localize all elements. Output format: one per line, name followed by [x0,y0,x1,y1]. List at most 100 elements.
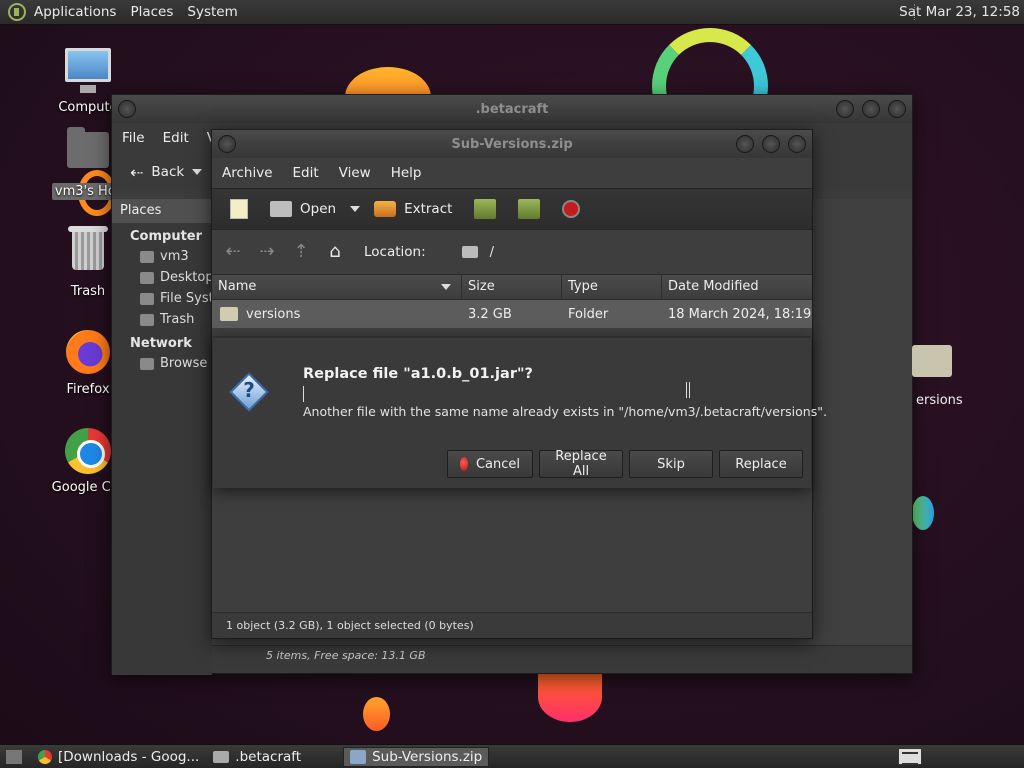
mouse-ibeam-cursor [686,382,690,398]
minimize-button[interactable] [736,135,754,153]
new-archive-icon [230,199,248,219]
window-title: Sub-Versions.zip [451,136,573,152]
wallpaper-blue-shape [912,496,934,530]
menu-applications[interactable]: Applications [34,4,116,20]
wallpaper-orange-shape [538,672,602,722]
row-type-cell: Folder [568,306,609,322]
sidebar-item-browse-network[interactable]: Browse I [112,353,212,374]
top-panel: Applications Places System Sat Mar 23, 1… [0,0,1024,25]
chevron-down-icon[interactable] [192,169,203,175]
menu-edit[interactable]: Edit [293,165,319,181]
bottom-taskbar: [Downloads - Goog... .betacraft Sub-Vers… [0,744,1024,768]
taskbar-item-chrome[interactable]: [Downloads - Goog... [32,747,205,767]
stop-button[interactable] [554,196,588,222]
window-menu-icon[interactable] [118,100,136,118]
panel-clock[interactable]: Sat Mar 23, 12:58 [899,4,1020,20]
column-type[interactable]: Type [562,274,662,300]
chrome-icon [38,749,52,764]
menu-help[interactable]: Help [391,165,422,181]
back-button[interactable]: ⇠ Back [122,159,210,186]
drive-icon [140,292,154,305]
sort-descending-icon [441,284,451,290]
menu-view[interactable]: View [339,165,371,181]
home-icon[interactable]: ⌂ [324,243,346,261]
maximize-button[interactable] [862,100,880,118]
row-date-cell: 18 March 2024, 18:19 [668,306,812,322]
show-desktop-icon[interactable] [6,749,22,764]
arrow-left-icon[interactable]: ⇠ [222,243,244,261]
window-menu-icon[interactable] [218,135,236,153]
folder-icon [220,307,238,321]
desktop-icon-label: Compute [58,100,118,115]
archive-menubar: Archive Edit View Help [212,158,812,188]
open-button[interactable]: Open [262,197,344,221]
location-path[interactable]: / [490,245,494,260]
sidebar-section-network: Network [130,336,192,351]
arrow-right-icon[interactable]: ⇢ [256,243,278,261]
menu-places[interactable]: Places [130,4,173,20]
desktop-icon-label: Firefox [66,382,110,397]
folder-icon [461,246,478,258]
distro-logo-icon[interactable] [8,3,26,21]
places-selector[interactable]: Places [112,199,212,223]
desktop-icon-label: Trash [70,284,106,299]
close-button[interactable] [888,100,906,118]
column-name[interactable]: Name [212,274,462,300]
network-icon [140,357,154,370]
question-icon: ? [229,372,269,412]
text-cursor [303,386,304,402]
table-row[interactable]: versions 3.2 GB Folder 18 March 2024, 18… [212,300,812,328]
column-size[interactable]: Size [462,274,562,300]
folder-icon [213,750,230,763]
location-bar: ⇠ ⇢ ⇡ ⌂ Location: / [212,230,812,274]
window-title: .betacraft [475,101,549,117]
cancel-icon [460,457,468,471]
computer-icon [64,48,112,96]
home-icon [140,250,154,263]
close-button[interactable] [788,135,806,153]
skip-button[interactable]: Skip [629,450,713,478]
betacraft-status-text: 5 items, Free space: 13.1 GB [266,649,426,662]
stop-icon [562,200,581,218]
menu-system[interactable]: System [187,4,237,20]
sidebar-item-vm3[interactable]: vm3 [112,246,212,267]
column-date-modified[interactable]: Date Modified [662,274,812,300]
row-size-cell: 3.2 GB [468,306,512,322]
sidebar-item-filesystem[interactable]: File Syst [112,288,212,309]
minimize-button[interactable] [836,100,854,118]
sidebar-item-trash[interactable]: Trash [112,309,212,330]
sidebar-item-desktop[interactable]: Desktop [112,267,212,288]
column-header: Name Size Type Date Modified [212,274,812,300]
add-folder-button[interactable] [510,195,548,223]
replace-button[interactable]: Replace [719,450,803,478]
folder-icon[interactable] [912,345,952,377]
betacraft-titlebar[interactable]: .betacraft [112,95,912,123]
add-files-button[interactable] [466,195,504,223]
cancel-button[interactable]: Cancel [447,450,533,478]
menu-archive[interactable]: Archive [222,165,273,181]
chevron-down-icon[interactable] [350,206,361,212]
maximize-button[interactable] [762,135,780,153]
home-folder-icon [64,127,112,180]
archive-titlebar[interactable]: Sub-Versions.zip [212,130,812,158]
location-label: Location: [364,244,426,260]
menu-file[interactable]: File [122,130,145,146]
archive-toolbar: Open Extract [212,188,812,230]
taskbar-item-sub-versions[interactable]: Sub-Versions.zip [343,746,490,767]
extract-button[interactable]: Extract [366,197,460,221]
trash-icon [64,226,112,280]
arrow-left-icon: ⇠ [130,162,144,182]
dialog-button-row: Cancel Replace All Skip Replace [447,449,803,479]
workspace-switcher-icon[interactable] [898,748,922,765]
sidebar-section-computer: Computer [130,229,203,244]
new-archive-button[interactable] [222,195,256,223]
arrow-up-icon[interactable]: ⇡ [290,243,312,261]
row-name-cell: versions [212,307,462,322]
menu-edit[interactable]: Edit [163,130,189,146]
folder-label[interactable]: ersions [916,393,963,408]
archive-icon [350,749,367,764]
add-files-icon [474,199,497,219]
taskbar-item-betacraft[interactable]: .betacraft [207,747,307,767]
replace-all-button[interactable]: Replace All [539,449,623,479]
dialog-title: Replace file "a1.0.b_01.jar"? [303,366,533,382]
